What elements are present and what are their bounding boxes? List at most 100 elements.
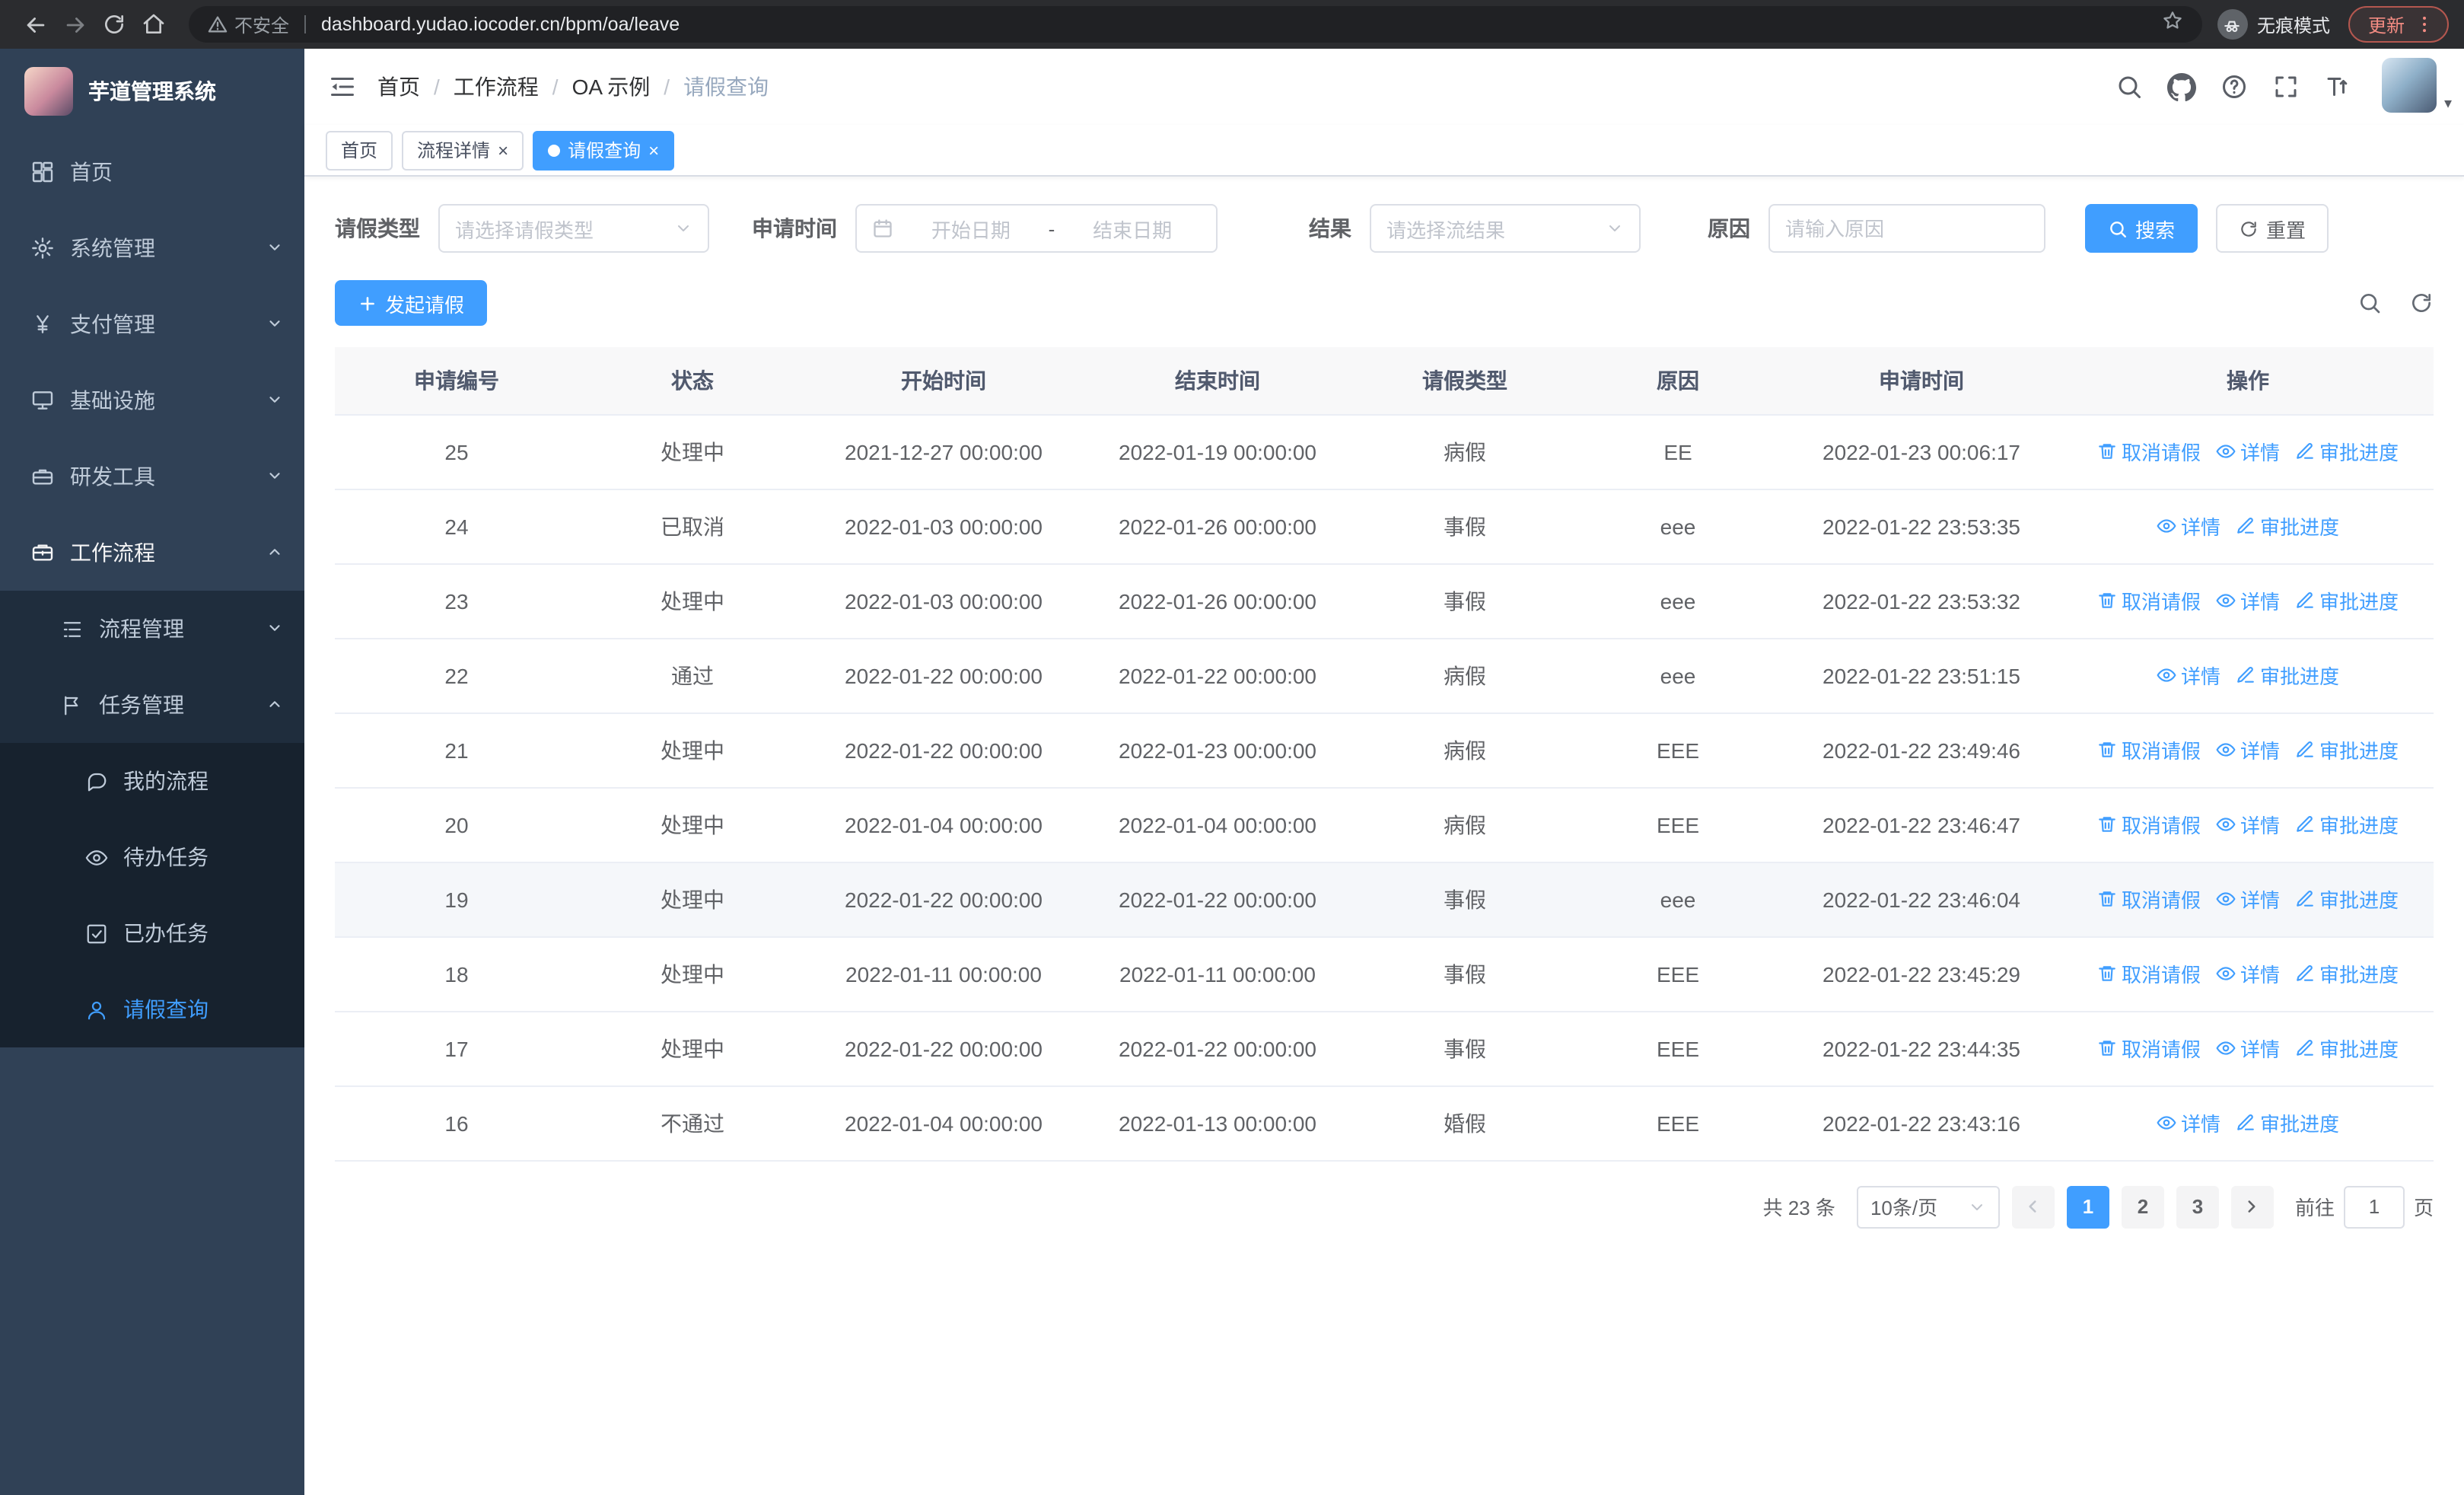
breadcrumb-item[interactable]: 工作流程 xyxy=(454,72,539,102)
table-row: 21 处理中 2022-01-22 00:00:00 2022-01-23 00:00… xyxy=(335,712,2434,788)
op-cancel-link[interactable]: 取消请假 xyxy=(2097,586,2201,615)
op-detail-link[interactable]: 详情 xyxy=(2157,512,2220,540)
search-button[interactable]: 搜索 xyxy=(2085,204,2198,253)
bookmark-star-icon[interactable] xyxy=(2161,9,2184,40)
sidebar-item-system[interactable]: 系统管理 xyxy=(0,210,304,286)
op-progress-link[interactable]: 审批进度 xyxy=(2236,661,2339,690)
op-cancel-link[interactable]: 取消请假 xyxy=(2097,735,2201,764)
browser-reload-button[interactable] xyxy=(94,5,134,44)
op-detail-link[interactable]: 详情 xyxy=(2216,1034,2280,1063)
table-cell: 2022-01-22 23:49:46 xyxy=(1781,712,2062,788)
result-select[interactable]: 请选择流结果 xyxy=(1370,204,1641,253)
browser-forward-button[interactable] xyxy=(55,5,94,44)
sidebar-item-process-mgmt[interactable]: 流程管理 xyxy=(0,591,304,667)
op-detail-link[interactable]: 详情 xyxy=(2216,885,2280,913)
op-detail-link[interactable]: 详情 xyxy=(2216,959,2280,988)
infra-icon xyxy=(32,391,53,410)
help-button[interactable] xyxy=(2220,73,2248,100)
op-detail-link[interactable]: 详情 xyxy=(2216,586,2280,615)
op-progress-link[interactable]: 审批进度 xyxy=(2295,810,2399,839)
browser-home-button[interactable] xyxy=(134,5,173,44)
prev-page-button[interactable] xyxy=(2011,1185,2055,1228)
tab-leave-query[interactable]: 请假查询 × xyxy=(533,130,675,170)
table-cell: 25 xyxy=(335,414,578,489)
done-icon xyxy=(87,923,107,943)
refresh-table-button[interactable] xyxy=(2409,291,2434,315)
github-link[interactable] xyxy=(2167,72,2196,101)
dashboard-icon xyxy=(32,161,53,183)
reason-input[interactable] xyxy=(1785,217,2029,240)
op-cancel-link[interactable]: 取消请假 xyxy=(2097,437,2201,466)
chevron-down-icon xyxy=(678,225,689,231)
op-progress-link[interactable]: 审批进度 xyxy=(2295,885,2399,913)
table-cell: 事假 xyxy=(1355,563,1575,639)
sidebar-item-workflow[interactable]: 工作流程 xyxy=(0,515,304,591)
sidebar-item-infrastructure[interactable]: 基础设施 xyxy=(0,362,304,438)
sidebar-item-done-tasks[interactable]: 已办任务 xyxy=(0,895,304,971)
pen-icon xyxy=(2297,891,2313,907)
op-progress-link[interactable]: 审批进度 xyxy=(2236,512,2339,540)
app-logo[interactable]: 芋道管理系统 xyxy=(0,49,304,134)
page-button-2[interactable]: 2 xyxy=(2121,1185,2164,1228)
breadcrumb-item[interactable]: OA 示例 xyxy=(572,72,651,102)
op-progress-link[interactable]: 审批进度 xyxy=(2295,437,2399,466)
pen-icon xyxy=(2297,1040,2313,1056)
sidebar-item-payment[interactable]: 支付管理 xyxy=(0,286,304,362)
header-search-button[interactable] xyxy=(2115,73,2143,100)
tool-icon xyxy=(32,469,53,485)
table-cell: 23 xyxy=(335,563,578,639)
op-progress-link[interactable]: 审批进度 xyxy=(2295,959,2399,988)
search-icon xyxy=(2361,294,2380,314)
user-menu[interactable]: ▾ xyxy=(2382,58,2452,116)
leave-type-select[interactable]: 请选择请假类型 xyxy=(438,204,709,253)
fullscreen-button[interactable] xyxy=(2272,73,2300,100)
breadcrumb-item[interactable]: 首页 xyxy=(377,72,420,102)
op-progress-link[interactable]: 审批进度 xyxy=(2295,1034,2399,1063)
tab-process-detail[interactable]: 流程详情 × xyxy=(402,130,524,170)
address-bar[interactable]: 不安全 dashboard.yudao.iocoder.cn/bpm/oa/le… xyxy=(189,6,2202,43)
page-button-1[interactable]: 1 xyxy=(2066,1185,2109,1228)
tab-home[interactable]: 首页 xyxy=(326,130,393,170)
font-size-button[interactable] xyxy=(2324,73,2351,100)
op-detail-link[interactable]: 详情 xyxy=(2216,810,2280,839)
next-page-button[interactable] xyxy=(2230,1185,2274,1228)
close-icon[interactable]: × xyxy=(498,141,508,159)
apply-time-range-picker[interactable]: 开始日期 - 结束日期 xyxy=(855,204,1218,253)
trash-icon xyxy=(2099,593,2115,608)
table-cell-operations: 取消请假 详情 审批进度 xyxy=(2062,936,2434,1012)
op-detail-link[interactable]: 详情 xyxy=(2157,1108,2220,1137)
op-progress-link[interactable]: 审批进度 xyxy=(2295,586,2399,615)
op-progress-link[interactable]: 审批进度 xyxy=(2236,1108,2339,1137)
goto-page-input[interactable] xyxy=(2343,1185,2405,1228)
browser-back-button[interactable] xyxy=(15,5,55,44)
toggle-search-button[interactable] xyxy=(2357,291,2382,315)
sidebar-item-leave-query[interactable]: 请假查询 xyxy=(0,971,304,1047)
apply-time-label: 申请时间 xyxy=(752,216,837,241)
sidebar-item-devtools[interactable]: 研发工具 xyxy=(0,438,304,515)
op-progress-link[interactable]: 审批进度 xyxy=(2295,735,2399,764)
table-cell: 已取消 xyxy=(578,489,807,564)
op-detail-link[interactable]: 详情 xyxy=(2216,735,2280,764)
op-cancel-link[interactable]: 取消请假 xyxy=(2097,885,2201,913)
op-cancel-link[interactable]: 取消请假 xyxy=(2097,810,2201,839)
op-cancel-link[interactable]: 取消请假 xyxy=(2097,959,2201,988)
sidebar-item-task-mgmt[interactable]: 任务管理 xyxy=(0,667,304,743)
reset-button[interactable]: 重置 xyxy=(2216,204,2329,253)
col-reason: 原因 xyxy=(1575,347,1781,415)
op-detail-link[interactable]: 详情 xyxy=(2157,661,2220,690)
sidebar-item-home[interactable]: 首页 xyxy=(0,134,304,210)
close-icon[interactable]: × xyxy=(648,141,659,159)
page-size-select[interactable]: 10条/页 xyxy=(1856,1185,2000,1228)
browser-update-button[interactable]: 更新 xyxy=(2348,6,2449,43)
sidebar-collapse-button[interactable] xyxy=(329,73,356,100)
col-operations: 操作 xyxy=(2062,347,2434,415)
security-indicator[interactable]: 不安全 xyxy=(207,11,289,37)
op-detail-link[interactable]: 详情 xyxy=(2216,437,2280,466)
op-cancel-link[interactable]: 取消请假 xyxy=(2097,1034,2201,1063)
sidebar-item-todo-tasks[interactable]: 待办任务 xyxy=(0,819,304,895)
create-leave-button[interactable]: 发起请假 xyxy=(335,280,488,326)
table-cell: 处理中 xyxy=(578,787,807,862)
app-title: 芋道管理系统 xyxy=(88,79,216,104)
page-button-3[interactable]: 3 xyxy=(2176,1185,2219,1228)
sidebar-item-my-process[interactable]: 我的流程 xyxy=(0,743,304,819)
